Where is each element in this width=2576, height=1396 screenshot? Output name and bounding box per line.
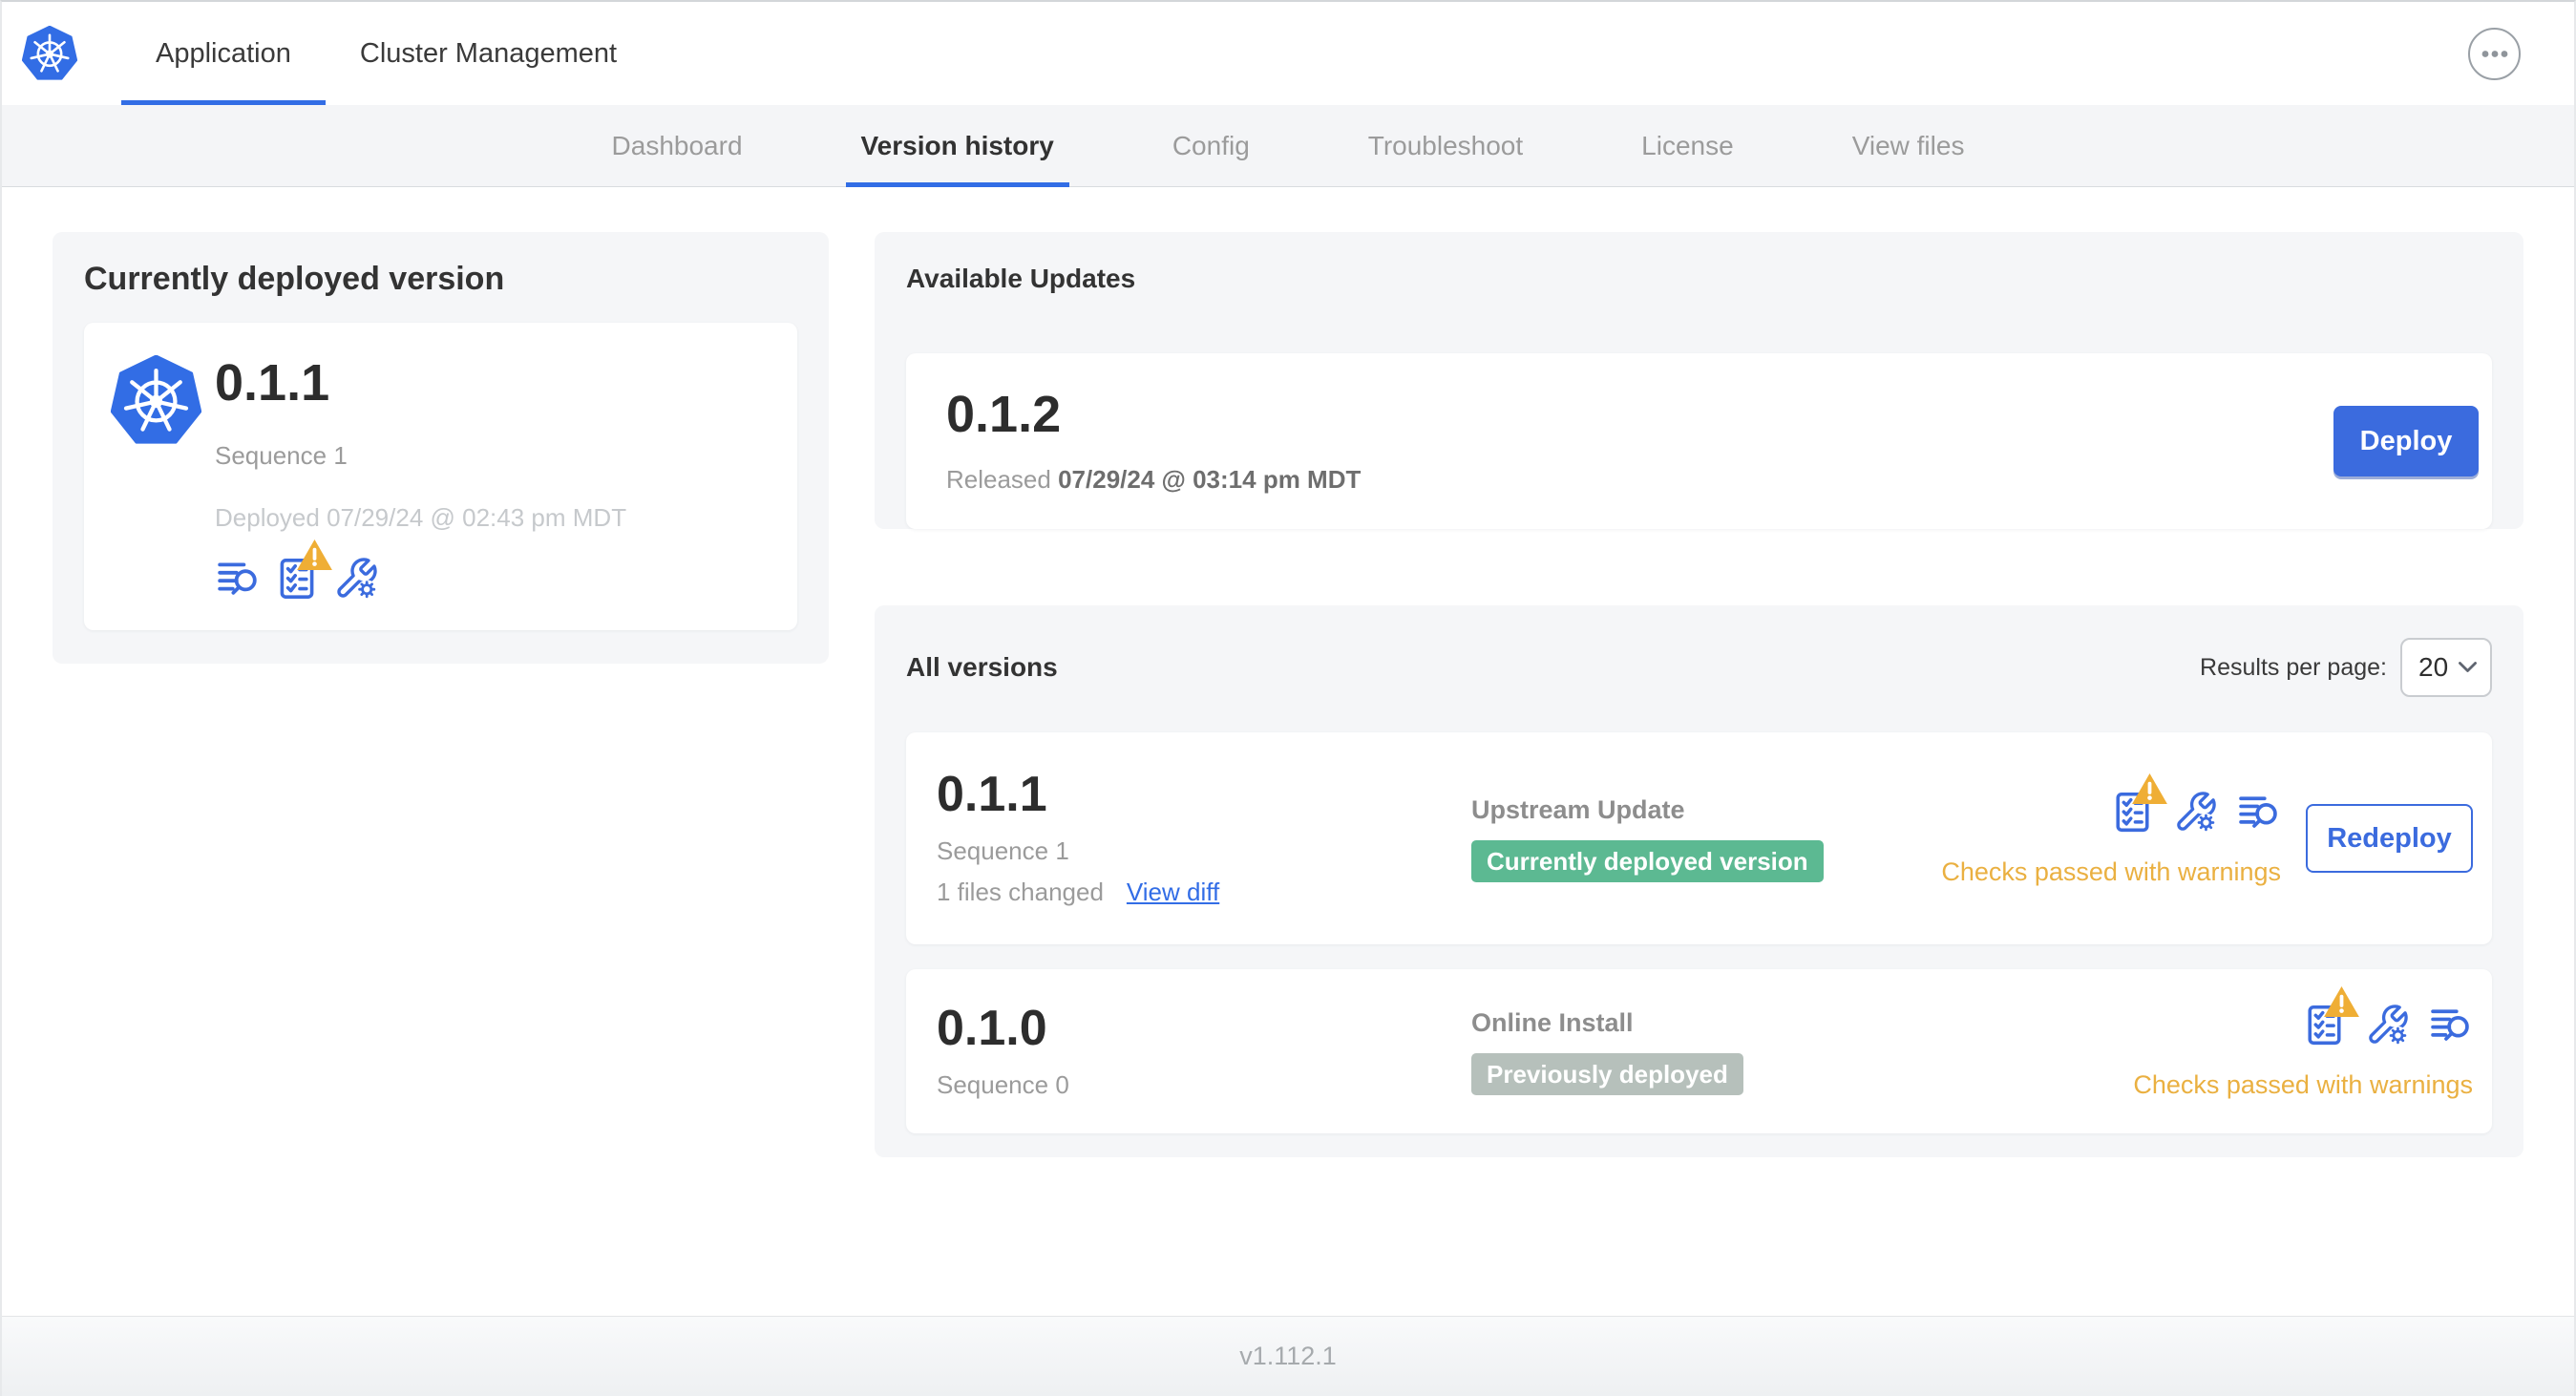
all-versions-panel: All versions Results per page: 20 0.1.1 …: [875, 605, 2523, 1157]
subtab-license[interactable]: License: [1626, 105, 1749, 186]
redeploy-button[interactable]: Redeploy: [2306, 804, 2473, 873]
version-source: Online Install: [1471, 1007, 1634, 1037]
subtab-dashboard[interactable]: Dashboard: [597, 105, 758, 186]
results-per-page-value: 20: [2418, 652, 2449, 682]
subtab-troubleshoot[interactable]: Troubleshoot: [1353, 105, 1538, 186]
row-actions: [2110, 790, 2281, 835]
version-row: 0.1.1 Sequence 1 1 files changed View di…: [906, 732, 2492, 944]
currently-deployed-panel: Currently deployed version 0.1.1 Sequenc…: [53, 232, 829, 664]
version-row: 0.1.0 Sequence 0 Online Install Previous…: [906, 969, 2492, 1133]
edit-config-icon[interactable]: [2173, 790, 2218, 835]
deployed-sequence: Sequence 1: [215, 441, 348, 470]
update-card: 0.1.2 Released 07/29/24 @ 03:14 pm MDT D…: [906, 353, 2492, 529]
checks-status: Checks passed with warnings: [2133, 1070, 2473, 1099]
preflight-checks-icon[interactable]: [2110, 790, 2155, 835]
sub-nav: Dashboard Version history Config Trouble…: [2, 105, 2574, 187]
deploy-logs-icon[interactable]: [2236, 790, 2281, 835]
deployed-timestamp: Deployed 07/29/24 @ 02:43 pm MDT: [215, 503, 627, 532]
available-updates-title: Available Updates: [906, 264, 1136, 293]
currently-deployed-title: Currently deployed version: [84, 261, 505, 297]
console-version: v1.112.1: [1239, 1342, 1337, 1370]
warning-triangle-icon: [2322, 984, 2361, 1019]
released-date: 07/29/24 @ 03:14 pm MDT: [1058, 464, 1362, 494]
edit-config-icon[interactable]: [333, 556, 379, 602]
files-changed: 1 files changed: [937, 878, 1104, 906]
kubernetes-logo-icon: [22, 26, 77, 81]
deploy-logs-icon[interactable]: [2428, 1003, 2473, 1047]
more-options-button[interactable]: [2468, 27, 2521, 80]
deploy-button[interactable]: Deploy: [2333, 406, 2479, 476]
tab-application[interactable]: Application: [121, 2, 326, 105]
row-actions: [2302, 1003, 2473, 1047]
checks-status: Checks passed with warnings: [1941, 857, 2281, 886]
deploy-logs-icon[interactable]: [215, 556, 261, 602]
update-version-number: 0.1.2: [946, 385, 1062, 443]
status-badge: Previously deployed: [1471, 1052, 1743, 1095]
preflight-checks-icon[interactable]: [274, 556, 320, 602]
app-logo-icon: [111, 355, 201, 446]
main-content: Currently deployed version 0.1.1 Sequenc…: [2, 187, 2574, 1316]
row-version-number: 0.1.1: [937, 767, 1047, 822]
results-per-page-select[interactable]: 20: [2400, 638, 2492, 697]
edit-config-icon[interactable]: [2365, 1003, 2410, 1047]
row-sequence: Sequence 0: [937, 1069, 1069, 1099]
results-per-page-label: Results per page:: [2200, 653, 2387, 681]
available-updates-panel: Available Updates 0.1.2 Released 07/29/2…: [875, 232, 2523, 529]
tab-cluster-management[interactable]: Cluster Management: [326, 2, 651, 105]
all-versions-title: All versions: [906, 652, 1058, 682]
update-released-timestamp: Released 07/29/24 @ 03:14 pm MDT: [946, 465, 1361, 495]
released-prefix: Released: [946, 464, 1051, 494]
preflight-checks-icon[interactable]: [2302, 1003, 2347, 1047]
deployed-version-card: 0.1.1 Sequence 1 Deployed 07/29/24 @ 02:…: [84, 323, 797, 630]
subtab-config[interactable]: Config: [1157, 105, 1265, 186]
results-per-page: Results per page: 20: [2200, 638, 2492, 697]
ellipsis-icon: [2481, 50, 2507, 57]
subtab-version-history[interactable]: Version history: [845, 105, 1070, 187]
top-nav: Application Cluster Management: [2, 2, 2574, 105]
view-diff-link[interactable]: View diff: [1127, 878, 1219, 907]
status-badge: Currently deployed version: [1471, 839, 1824, 882]
subtab-view-files[interactable]: View files: [1837, 105, 1980, 186]
chevron-down-icon: [2458, 661, 2478, 674]
footer: v1.112.1: [2, 1316, 2574, 1396]
app-tabs: Application Cluster Management: [121, 2, 651, 105]
deployed-version-number: 0.1.1: [215, 354, 330, 412]
version-source: Upstream Update: [1471, 794, 1685, 824]
deployed-actions: [215, 556, 626, 602]
row-version-number: 0.1.0: [937, 1000, 1047, 1056]
warning-triangle-icon: [2130, 772, 2169, 806]
warning-triangle-icon: [295, 538, 334, 572]
row-sequence: Sequence 1: [937, 836, 1069, 865]
